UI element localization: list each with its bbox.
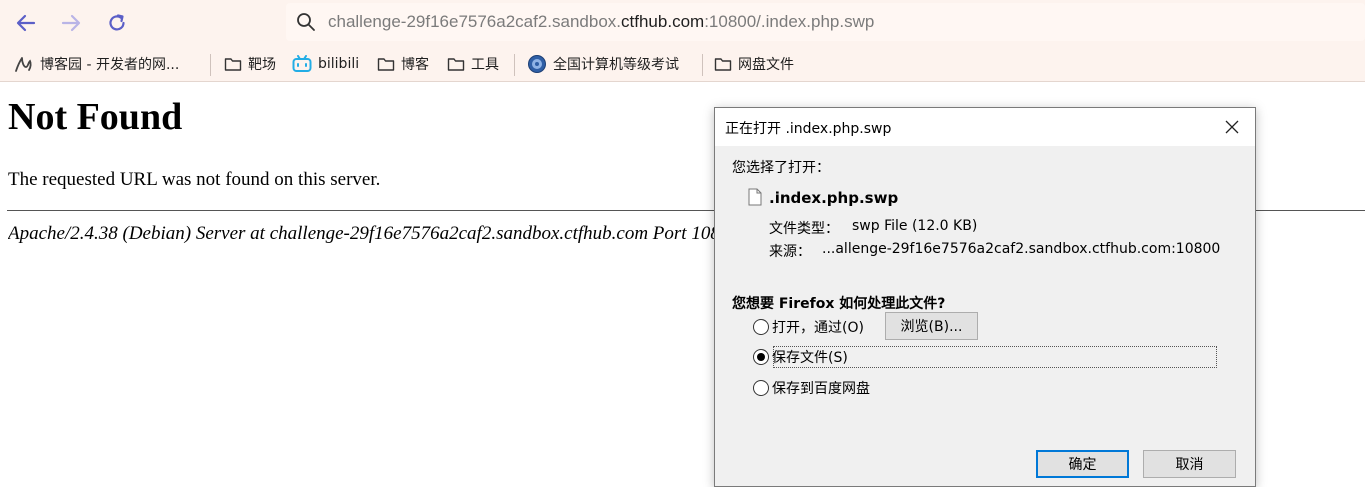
reload-icon [109, 14, 125, 31]
bookmark-label: 博客园 - 开发者的网... [40, 57, 180, 73]
bookmark-label: 靶场 [248, 57, 276, 73]
bookmark-folder-netdisk[interactable]: 网盘文件 [714, 54, 794, 74]
radio-open-with[interactable]: 打开，通过(O) [753, 316, 864, 338]
server-signature: Apache/2.4.38 (Debian) Server at challen… [8, 223, 714, 244]
reload-button[interactable] [101, 7, 133, 39]
radio-label: 保存到百度网盘 [772, 381, 870, 397]
radio-label: 打开，通过(O) [772, 320, 864, 336]
ok-button[interactable]: 确定 [1036, 450, 1129, 478]
cnblogs-icon [15, 57, 32, 72]
radio-label: 保存文件(S) [772, 350, 848, 366]
bookmark-label: 博客 [401, 57, 429, 73]
bookmark-folder-blog[interactable]: 博客 [377, 54, 429, 74]
browse-button[interactable]: 浏览(B)... [885, 312, 978, 340]
bookmark-bilibili[interactable]: bilibili [292, 54, 359, 74]
file-type-key: 文件类型： [769, 221, 839, 237]
dialog-title: 正在打开 .index.php.swp [725, 121, 892, 137]
bookmark-label: 网盘文件 [738, 57, 794, 73]
radio-button-checked[interactable] [753, 349, 769, 365]
radio-button[interactable] [753, 319, 769, 335]
bookmark-separator [514, 54, 515, 76]
download-dialog: 正在打开 .index.php.swp 您选择了打开： .index.php.s… [714, 107, 1256, 487]
folder-icon [714, 58, 732, 71]
file-type-value: swp File (12.0 KB) [852, 218, 978, 234]
page-heading: Not Found [8, 96, 183, 138]
url-suffix: :10800/.index.php.swp [704, 12, 875, 31]
radio-save-baidu[interactable]: 保存到百度网盘 [753, 377, 870, 399]
file-icon [748, 188, 762, 206]
error-message: The requested URL was not found on this … [8, 169, 381, 190]
bookmark-folder-range[interactable]: 靶场 [224, 54, 276, 74]
folder-icon [377, 58, 395, 71]
url-domain: ctfhub.com [621, 12, 705, 31]
browser-toolbar: challenge-29f16e7576a2caf2.sandbox.ctfhu… [0, 0, 1365, 46]
cancel-button[interactable]: 取消 [1143, 450, 1236, 478]
bookmark-label: 全国计算机等级考试 [553, 57, 679, 73]
bookmark-label: bilibili [318, 56, 360, 72]
bilibili-icon [292, 55, 312, 72]
address-bar[interactable]: challenge-29f16e7576a2caf2.sandbox.ctfhu… [286, 3, 1365, 41]
search-icon [297, 13, 315, 31]
forward-arrow-icon [61, 14, 81, 32]
back-button[interactable] [10, 7, 42, 39]
source-key: 来源： [769, 244, 811, 260]
bookmark-folder-tools[interactable]: 工具 [447, 54, 499, 74]
folder-icon [447, 58, 465, 71]
url-prefix: challenge-29f16e7576a2caf2.sandbox. [328, 12, 622, 31]
ncre-icon [528, 55, 546, 73]
forward-button[interactable] [55, 7, 87, 39]
file-name: .index.php.swp [769, 189, 899, 207]
folder-icon [224, 58, 242, 71]
bookmark-separator [702, 54, 703, 76]
bookmark-separator [210, 54, 211, 76]
bookmark-ncre[interactable]: 全国计算机等级考试 [527, 54, 679, 74]
dialog-close-button[interactable] [1217, 112, 1247, 142]
source-value: ...allenge-29f16e7576a2caf2.sandbox.ctfh… [822, 241, 1221, 257]
bookmarks-bar: 博客园 - 开发者的网... 靶场 bilibili 博客 工具 全国计算机等级… [0, 46, 1365, 82]
radio-button[interactable] [753, 380, 769, 396]
back-arrow-icon [16, 14, 36, 32]
close-icon [1225, 120, 1239, 134]
chosen-label: 您选择了打开： [732, 160, 830, 176]
radio-save-file[interactable]: 保存文件(S) [753, 346, 848, 368]
dialog-titlebar[interactable]: 正在打开 .index.php.swp [715, 108, 1255, 146]
action-question: 您想要 Firefox 如何处理此文件? [732, 296, 946, 312]
url-text[interactable]: challenge-29f16e7576a2caf2.sandbox.ctfhu… [328, 12, 874, 32]
bookmark-cnblogs[interactable]: 博客园 - 开发者的网... [14, 54, 179, 74]
bookmark-label: 工具 [471, 57, 499, 73]
